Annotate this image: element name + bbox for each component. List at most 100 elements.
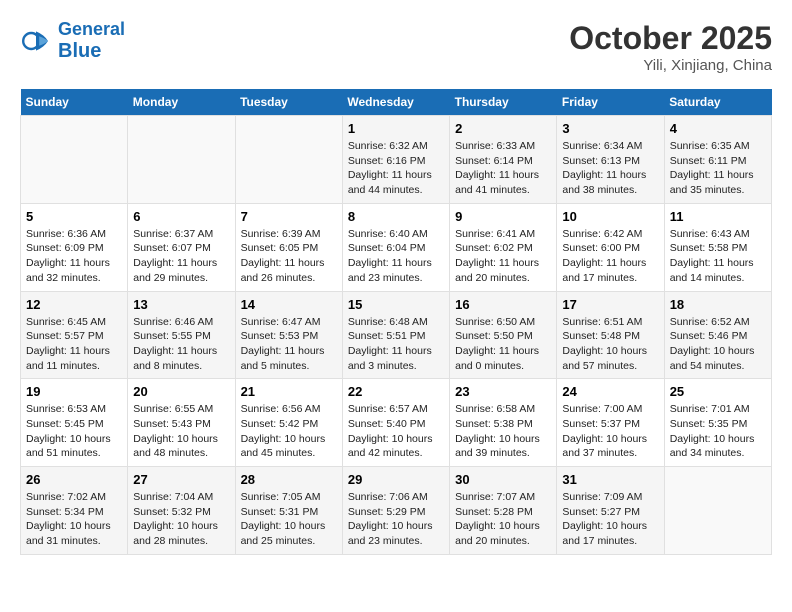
day-number: 21 xyxy=(241,384,337,399)
calendar-cell: 18 Sunrise: 6:52 AMSunset: 5:46 PMDayligh… xyxy=(664,291,771,379)
logo: General Blue xyxy=(20,20,125,62)
day-number: 14 xyxy=(241,297,337,312)
day-number: 24 xyxy=(562,384,658,399)
calendar-table: SundayMondayTuesdayWednesdayThursdayFrid… xyxy=(20,89,772,555)
day-number: 13 xyxy=(133,297,229,312)
day-number: 4 xyxy=(670,121,766,136)
weekday-header-thursday: Thursday xyxy=(450,89,557,116)
day-info: Sunrise: 6:50 AMSunset: 5:50 PMDaylight:… xyxy=(455,315,551,374)
day-info: Sunrise: 6:39 AMSunset: 6:05 PMDaylight:… xyxy=(241,227,337,286)
day-number: 30 xyxy=(455,472,551,487)
calendar-cell: 21 Sunrise: 6:56 AMSunset: 5:42 PMDayligh… xyxy=(235,379,342,467)
calendar-cell: 1 Sunrise: 6:32 AMSunset: 6:16 PMDaylight… xyxy=(342,116,449,204)
weekday-header-monday: Monday xyxy=(128,89,235,116)
weekday-header-tuesday: Tuesday xyxy=(235,89,342,116)
calendar-cell: 31 Sunrise: 7:09 AMSunset: 5:27 PMDayligh… xyxy=(557,467,664,555)
calendar-week-2: 5 Sunrise: 6:36 AMSunset: 6:09 PMDaylight… xyxy=(21,203,772,291)
calendar-cell: 30 Sunrise: 7:07 AMSunset: 5:28 PMDayligh… xyxy=(450,467,557,555)
calendar-cell: 8 Sunrise: 6:40 AMSunset: 6:04 PMDaylight… xyxy=(342,203,449,291)
day-info: Sunrise: 6:33 AMSunset: 6:14 PMDaylight:… xyxy=(455,139,551,198)
day-number: 23 xyxy=(455,384,551,399)
calendar-cell xyxy=(664,467,771,555)
weekday-header-sunday: Sunday xyxy=(21,89,128,116)
day-info: Sunrise: 6:40 AMSunset: 6:04 PMDaylight:… xyxy=(348,227,444,286)
day-number: 12 xyxy=(26,297,122,312)
day-number: 1 xyxy=(348,121,444,136)
calendar-cell: 11Sunrise: 6:43 AMSunset: 5:58 PMDayligh… xyxy=(664,203,771,291)
day-info: Sunrise: 6:56 AMSunset: 5:42 PMDaylight:… xyxy=(241,402,337,461)
calendar-cell: 12Sunrise: 6:45 AMSunset: 5:57 PMDayligh… xyxy=(21,291,128,379)
day-info: Sunrise: 6:43 AMSunset: 5:58 PMDaylight:… xyxy=(670,227,766,286)
day-info: Sunrise: 6:36 AMSunset: 6:09 PMDaylight:… xyxy=(26,227,122,286)
calendar-cell: 3 Sunrise: 6:34 AMSunset: 6:13 PMDaylight… xyxy=(557,116,664,204)
calendar-cell: 27 Sunrise: 7:04 AMSunset: 5:32 PMDayligh… xyxy=(128,467,235,555)
day-number: 16 xyxy=(455,297,551,312)
calendar-cell: 25Sunrise: 7:01 AMSunset: 5:35 PMDayligh… xyxy=(664,379,771,467)
day-info: Sunrise: 6:47 AMSunset: 5:53 PMDaylight:… xyxy=(241,315,337,374)
day-info: Sunrise: 6:41 AMSunset: 6:02 PMDaylight:… xyxy=(455,227,551,286)
day-number: 7 xyxy=(241,209,337,224)
weekday-header-saturday: Saturday xyxy=(664,89,771,116)
day-number: 9 xyxy=(455,209,551,224)
day-info: Sunrise: 6:34 AMSunset: 6:13 PMDaylight:… xyxy=(562,139,658,198)
calendar-cell: 23 Sunrise: 6:58 AMSunset: 5:38 PMDayligh… xyxy=(450,379,557,467)
calendar-cell: 2 Sunrise: 6:33 AMSunset: 6:14 PMDaylight… xyxy=(450,116,557,204)
day-number: 3 xyxy=(562,121,658,136)
day-number: 5 xyxy=(26,209,122,224)
day-info: Sunrise: 6:55 AMSunset: 5:43 PMDaylight:… xyxy=(133,402,229,461)
day-number: 6 xyxy=(133,209,229,224)
day-info: Sunrise: 7:07 AMSunset: 5:28 PMDaylight:… xyxy=(455,490,551,549)
calendar-week-3: 12Sunrise: 6:45 AMSunset: 5:57 PMDayligh… xyxy=(21,291,772,379)
day-info: Sunrise: 6:32 AMSunset: 6:16 PMDaylight:… xyxy=(348,139,444,198)
calendar-cell: 10 Sunrise: 6:42 AMSunset: 6:00 PMDayligh… xyxy=(557,203,664,291)
calendar-cell: 28Sunrise: 7:05 AMSunset: 5:31 PMDayligh… xyxy=(235,467,342,555)
logo-text: General Blue xyxy=(58,20,125,62)
day-number: 2 xyxy=(455,121,551,136)
month-title: October 2025 xyxy=(569,20,772,57)
calendar-week-1: 1 Sunrise: 6:32 AMSunset: 6:16 PMDaylight… xyxy=(21,116,772,204)
calendar-cell: 14 Sunrise: 6:47 AMSunset: 5:53 PMDayligh… xyxy=(235,291,342,379)
day-number: 26 xyxy=(26,472,122,487)
day-info: Sunrise: 6:37 AMSunset: 6:07 PMDaylight:… xyxy=(133,227,229,286)
logo-blue: Blue xyxy=(58,40,101,62)
title-block: October 2025 Yili, Xinjiang, China xyxy=(569,20,772,74)
day-number: 29 xyxy=(348,472,444,487)
day-number: 31 xyxy=(562,472,658,487)
day-info: Sunrise: 7:06 AMSunset: 5:29 PMDaylight:… xyxy=(348,490,444,549)
day-number: 8 xyxy=(348,209,444,224)
day-info: Sunrise: 7:09 AMSunset: 5:27 PMDaylight:… xyxy=(562,490,658,549)
calendar-cell: 19Sunrise: 6:53 AMSunset: 5:45 PMDayligh… xyxy=(21,379,128,467)
day-number: 22 xyxy=(348,384,444,399)
day-number: 27 xyxy=(133,472,229,487)
calendar-cell: 29 Sunrise: 7:06 AMSunset: 5:29 PMDayligh… xyxy=(342,467,449,555)
day-number: 28 xyxy=(241,472,337,487)
day-info: Sunrise: 6:46 AMSunset: 5:55 PMDaylight:… xyxy=(133,315,229,374)
day-info: Sunrise: 7:01 AMSunset: 5:35 PMDaylight:… xyxy=(670,402,766,461)
day-number: 18 xyxy=(670,297,766,312)
day-info: Sunrise: 6:58 AMSunset: 5:38 PMDaylight:… xyxy=(455,402,551,461)
weekday-header-friday: Friday xyxy=(557,89,664,116)
calendar-cell: 5 Sunrise: 6:36 AMSunset: 6:09 PMDaylight… xyxy=(21,203,128,291)
calendar-cell: 13 Sunrise: 6:46 AMSunset: 5:55 PMDayligh… xyxy=(128,291,235,379)
calendar-cell: 16 Sunrise: 6:50 AMSunset: 5:50 PMDayligh… xyxy=(450,291,557,379)
day-info: Sunrise: 6:42 AMSunset: 6:00 PMDaylight:… xyxy=(562,227,658,286)
calendar-cell: 9 Sunrise: 6:41 AMSunset: 6:02 PMDaylight… xyxy=(450,203,557,291)
calendar-cell: 22Sunrise: 6:57 AMSunset: 5:40 PMDayligh… xyxy=(342,379,449,467)
calendar-cell: 17Sunrise: 6:51 AMSunset: 5:48 PMDayligh… xyxy=(557,291,664,379)
calendar-cell: 26 Sunrise: 7:02 AMSunset: 5:34 PMDayligh… xyxy=(21,467,128,555)
logo-general: General xyxy=(58,19,125,39)
calendar-cell xyxy=(128,116,235,204)
calendar-week-4: 19Sunrise: 6:53 AMSunset: 5:45 PMDayligh… xyxy=(21,379,772,467)
day-info: Sunrise: 7:02 AMSunset: 5:34 PMDaylight:… xyxy=(26,490,122,549)
day-info: Sunrise: 6:52 AMSunset: 5:46 PMDaylight:… xyxy=(670,315,766,374)
day-number: 10 xyxy=(562,209,658,224)
day-info: Sunrise: 6:35 AMSunset: 6:11 PMDaylight:… xyxy=(670,139,766,198)
day-info: Sunrise: 7:04 AMSunset: 5:32 PMDaylight:… xyxy=(133,490,229,549)
day-number: 15 xyxy=(348,297,444,312)
day-info: Sunrise: 7:00 AMSunset: 5:37 PMDaylight:… xyxy=(562,402,658,461)
calendar-week-5: 26 Sunrise: 7:02 AMSunset: 5:34 PMDayligh… xyxy=(21,467,772,555)
weekday-header-row: SundayMondayTuesdayWednesdayThursdayFrid… xyxy=(21,89,772,116)
day-info: Sunrise: 6:51 AMSunset: 5:48 PMDaylight:… xyxy=(562,315,658,374)
day-number: 19 xyxy=(26,384,122,399)
day-info: Sunrise: 6:48 AMSunset: 5:51 PMDaylight:… xyxy=(348,315,444,374)
